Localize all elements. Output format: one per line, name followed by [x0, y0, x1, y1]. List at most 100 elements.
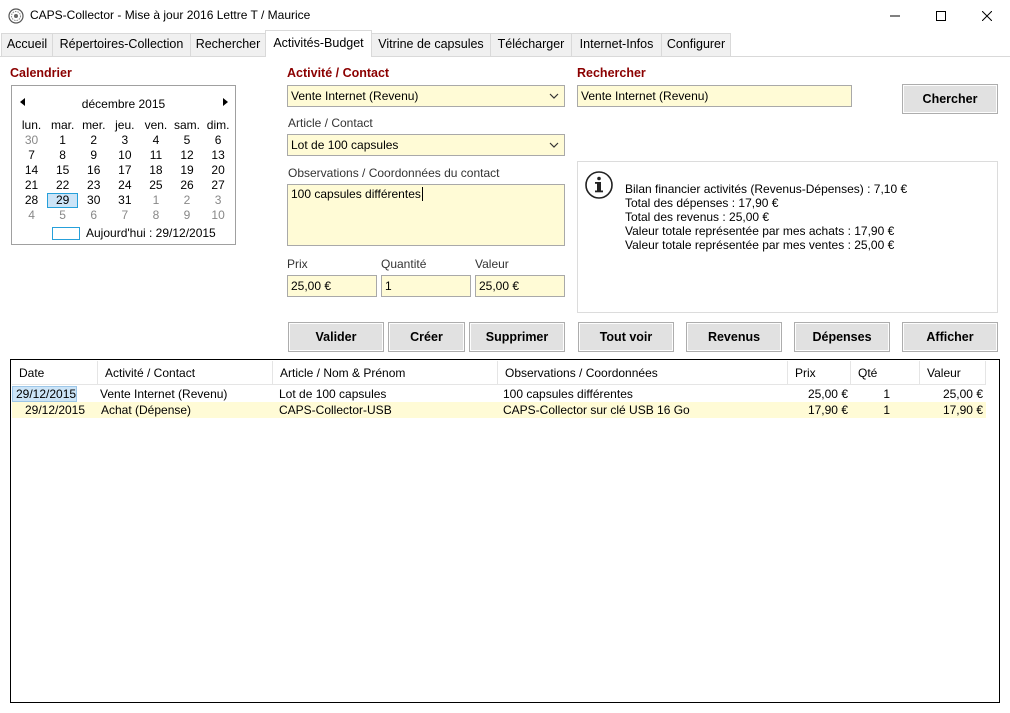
- column-header-date[interactable]: Date: [12, 361, 98, 385]
- calendar-day[interactable]: 17: [109, 163, 140, 178]
- article-select[interactable]: Lot de 100 capsules: [287, 134, 565, 156]
- close-button[interactable]: [964, 0, 1010, 31]
- calendar-day[interactable]: 4: [16, 208, 47, 223]
- table-cell-price[interactable]: 17,90 €: [788, 402, 851, 418]
- search-button[interactable]: Chercher: [902, 84, 998, 114]
- calendar-day[interactable]: 21: [16, 178, 47, 193]
- price-input[interactable]: 25,00 €: [287, 275, 377, 297]
- activities-table[interactable]: Date Activité / Contact Article / Nom & …: [10, 359, 1000, 703]
- calendar-day[interactable]: 31: [109, 193, 140, 208]
- display-button[interactable]: Afficher: [902, 322, 998, 352]
- calendar-month: décembre 2015: [81, 97, 166, 111]
- column-header-activity[interactable]: Activité / Contact: [98, 361, 273, 385]
- maximize-button[interactable]: [918, 0, 964, 31]
- calendar-day[interactable]: 24: [109, 178, 140, 193]
- calendar-day[interactable]: 5: [171, 133, 202, 148]
- calendar-next-button[interactable]: [220, 96, 230, 106]
- table-cell-article[interactable]: Lot de 100 capsules: [273, 386, 498, 402]
- create-button[interactable]: Créer: [388, 322, 465, 352]
- column-header-observations[interactable]: Observations / Coordonnées: [498, 361, 788, 385]
- calendar-day[interactable]: 19: [171, 163, 202, 178]
- calendar-day[interactable]: 16: [78, 163, 109, 178]
- minimize-button[interactable]: [872, 0, 918, 31]
- table-cell-date[interactable]: 29/12/2015: [12, 402, 98, 418]
- quantity-input[interactable]: 1: [381, 275, 471, 297]
- table-cell-date[interactable]: 29/12/2015: [12, 386, 77, 402]
- calendar-day[interactable]: 9: [78, 148, 109, 163]
- calendar-day[interactable]: 30: [16, 133, 47, 148]
- calendar-day[interactable]: 28: [16, 193, 47, 208]
- calendar-day[interactable]: 12: [171, 148, 202, 163]
- value-input[interactable]: 25,00 €: [475, 275, 565, 297]
- calendar-day[interactable]: 18: [140, 163, 171, 178]
- tab-accueil[interactable]: Accueil: [1, 33, 53, 56]
- calendar-day[interactable]: 2: [78, 133, 109, 148]
- show-all-button[interactable]: Tout voir: [578, 322, 674, 352]
- table-cell-value[interactable]: 25,00 €: [920, 386, 986, 402]
- calendar[interactable]: décembre 2015 lun. mar. mer. jeu. ven. s…: [11, 85, 236, 245]
- column-header-price[interactable]: Prix: [788, 361, 851, 385]
- table-cell-activity[interactable]: Vente Internet (Revenu): [77, 386, 273, 402]
- column-header-value[interactable]: Valeur: [920, 361, 986, 385]
- calendar-day[interactable]: 8: [140, 208, 171, 223]
- calendar-day[interactable]: 1: [140, 193, 171, 208]
- calendar-day[interactable]: 15: [47, 163, 78, 178]
- calendar-day[interactable]: 30: [78, 193, 109, 208]
- table-cell-observations[interactable]: 100 capsules différentes: [498, 386, 788, 402]
- validate-button[interactable]: Valider: [288, 322, 384, 352]
- tab-repertoires-collection[interactable]: Répertoires-Collection: [52, 33, 191, 56]
- observations-textarea[interactable]: 100 capsules différentes​: [287, 184, 565, 246]
- calendar-day[interactable]: 22: [47, 178, 78, 193]
- table-row[interactable]: 29/12/2015 Achat (Dépense) CAPS-Collecto…: [12, 402, 986, 418]
- tab-vitrine-de-capsules[interactable]: Vitrine de capsules: [371, 33, 491, 56]
- table-cell-quantity[interactable]: 1: [851, 402, 920, 418]
- column-header-article[interactable]: Article / Nom & Prénom: [273, 361, 498, 385]
- calendar-day[interactable]: 10: [109, 148, 140, 163]
- tab-telecharger[interactable]: Télécharger: [490, 33, 572, 56]
- tab-internet-infos[interactable]: Internet-Infos: [571, 33, 662, 56]
- search-input[interactable]: Vente Internet (Revenu): [577, 85, 852, 107]
- table-cell-value[interactable]: 17,90 €: [920, 402, 986, 418]
- calendar-day[interactable]: 3: [109, 133, 140, 148]
- summary-purchases-value: Valeur totale représentée par mes achats…: [625, 224, 895, 238]
- table-cell-quantity[interactable]: 1: [851, 386, 920, 402]
- price-label: Prix: [287, 257, 308, 271]
- table-cell-observations[interactable]: CAPS-Collector sur clé USB 16 Go: [498, 402, 788, 418]
- calendar-day-selected[interactable]: 29: [47, 193, 79, 208]
- revenues-button[interactable]: Revenus: [686, 322, 782, 352]
- calendar-day[interactable]: 23: [78, 178, 109, 193]
- calendar-day[interactable]: 7: [16, 148, 47, 163]
- calendar-day[interactable]: 6: [78, 208, 109, 223]
- calendar-day[interactable]: 9: [171, 208, 202, 223]
- tab-configurer[interactable]: Configurer: [661, 33, 731, 56]
- calendar-day[interactable]: 8: [47, 148, 78, 163]
- delete-button[interactable]: Supprimer: [469, 322, 565, 352]
- calendar-day[interactable]: 11: [140, 148, 171, 163]
- calendar-day[interactable]: 7: [109, 208, 140, 223]
- calendar-day[interactable]: 25: [140, 178, 171, 193]
- calendar-day[interactable]: 14: [16, 163, 47, 178]
- calendar-day[interactable]: 1: [47, 133, 78, 148]
- table-header: Date Activité / Contact Article / Nom & …: [12, 361, 986, 385]
- tab-activites-budget[interactable]: Activités-Budget: [265, 30, 372, 57]
- calendar-day[interactable]: 2: [171, 193, 202, 208]
- table-row[interactable]: 29/12/2015 Vente Internet (Revenu) Lot d…: [12, 386, 986, 402]
- activity-select[interactable]: Vente Internet (Revenu): [287, 85, 565, 107]
- summary-total-expenses: Total des dépenses : 17,90 €: [625, 196, 779, 210]
- calendar-day[interactable]: 10: [203, 208, 234, 223]
- calendar-day[interactable]: 3: [203, 193, 234, 208]
- calendar-day[interactable]: 4: [140, 133, 171, 148]
- calendar-day[interactable]: 6: [203, 133, 234, 148]
- tab-rechercher[interactable]: Rechercher: [190, 33, 266, 56]
- calendar-day[interactable]: 5: [47, 208, 78, 223]
- column-header-quantity[interactable]: Qté: [851, 361, 920, 385]
- calendar-day[interactable]: 26: [171, 178, 202, 193]
- calendar-day[interactable]: 27: [203, 178, 234, 193]
- table-cell-price[interactable]: 25,00 €: [788, 386, 851, 402]
- expenses-button[interactable]: Dépenses: [794, 322, 890, 352]
- calendar-day[interactable]: 20: [203, 163, 234, 178]
- calendar-day[interactable]: 13: [203, 148, 234, 163]
- table-cell-activity[interactable]: Achat (Dépense): [98, 402, 273, 418]
- table-cell-article[interactable]: CAPS-Collector-USB: [273, 402, 498, 418]
- today-link[interactable]: Aujourd'hui : 29/12/2015: [86, 226, 216, 240]
